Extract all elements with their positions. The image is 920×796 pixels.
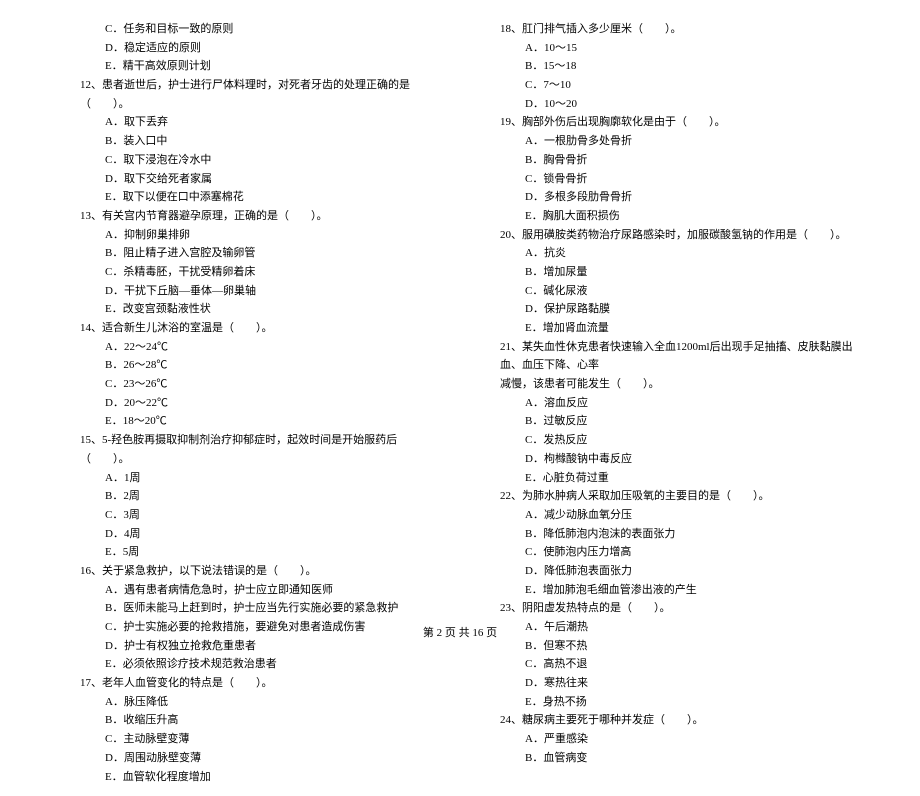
exam-page: C．任务和目标一致的原则 D．稳定适应的原则 E．精干高效原则计划 12、患者逝… — [0, 0, 920, 796]
q20-option-a: A．抗炎 — [480, 244, 860, 263]
q12-option-a: A．取下丢弃 — [60, 113, 440, 132]
q20-option-c: C．碱化尿液 — [480, 282, 860, 301]
q24-option-b: B．血管病变 — [480, 749, 860, 768]
q21-stem-cont: 减慢，该患者可能发生（ ）。 — [480, 375, 860, 394]
q20-option-e: E．增加肾血流量 — [480, 319, 860, 338]
q11-option-c: C．任务和目标一致的原则 — [60, 20, 440, 39]
q17-option-d: D．周围动脉壁变薄 — [60, 749, 440, 768]
q13-option-c: C．杀精毒胚，干扰受精卵着床 — [60, 263, 440, 282]
q12-option-b: B．装入口中 — [60, 132, 440, 151]
q24-option-a: A．严重感染 — [480, 730, 860, 749]
q14-stem: 14、适合新生儿沐浴的室温是（ ）。 — [60, 319, 440, 338]
q19-option-c: C．锁骨骨折 — [480, 170, 860, 189]
q18-option-a: A．10～15 — [480, 39, 860, 58]
q15-option-b: B．2周 — [60, 487, 440, 506]
q17-option-a: A．脉压降低 — [60, 693, 440, 712]
q14-option-c: C．23～26℃ — [60, 375, 440, 394]
q15-option-c: C．3周 — [60, 506, 440, 525]
q20-option-b: B．增加尿量 — [480, 263, 860, 282]
q16-option-b: B．医师未能马上赶到时，护士应当先行实施必要的紧急救护 — [60, 599, 440, 618]
q22-option-e: E．增加肺泡毛细血管渗出液的产生 — [480, 581, 860, 600]
q22-option-b: B．降低肺泡内泡沫的表面张力 — [480, 525, 860, 544]
q17-option-b: B．收缩压升高 — [60, 711, 440, 730]
q23-option-d: D．寒热往来 — [480, 674, 860, 693]
q14-option-b: B．26～28℃ — [60, 356, 440, 375]
q21-option-e: E．心脏负荷过重 — [480, 469, 860, 488]
q13-option-d: D．干扰下丘脑—垂体—卵巢轴 — [60, 282, 440, 301]
q16-option-e: E．必须依照诊疗技术规范救治患者 — [60, 655, 440, 674]
q19-option-b: B．胸骨骨折 — [480, 151, 860, 170]
q21-option-c: C．发热反应 — [480, 431, 860, 450]
q11-option-e: E．精干高效原则计划 — [60, 57, 440, 76]
q22-option-d: D．降低肺泡表面张力 — [480, 562, 860, 581]
page-footer: 第 2 页 共 16 页 — [0, 624, 920, 640]
q21-option-d: D．枸橼酸钠中毒反应 — [480, 450, 860, 469]
q12-option-e: E．取下以便在口中添塞棉花 — [60, 188, 440, 207]
q12-option-d: D．取下交给死者家属 — [60, 170, 440, 189]
q15-stem: 15、5-羟色胺再摄取抑制剂治疗抑郁症时，起效时间是开始服药后（ ）。 — [60, 431, 440, 468]
q14-option-a: A．22～24℃ — [60, 338, 440, 357]
left-column: C．任务和目标一致的原则 D．稳定适应的原则 E．精干高效原则计划 12、患者逝… — [60, 20, 440, 786]
q17-option-e: E．血管软化程度增加 — [60, 768, 440, 787]
q23-option-c: C．高热不退 — [480, 655, 860, 674]
q16-option-a: A．遇有患者病情危急时，护士应立即通知医师 — [60, 581, 440, 600]
q13-option-a: A．抑制卵巢排卵 — [60, 226, 440, 245]
q22-option-c: C．使肺泡内压力增高 — [480, 543, 860, 562]
q18-option-c: C．7～10 — [480, 76, 860, 95]
q19-stem: 19、胸部外伤后出现胸廓软化是由于（ ）。 — [480, 113, 860, 132]
q14-option-e: E．18～20℃ — [60, 412, 440, 431]
q17-option-c: C．主动脉壁变薄 — [60, 730, 440, 749]
q12-option-c: C．取下浸泡在冷水中 — [60, 151, 440, 170]
q20-option-d: D．保护尿路黏膜 — [480, 300, 860, 319]
q23-stem: 23、阴阳虚发热特点的是（ ）。 — [480, 599, 860, 618]
q15-option-a: A．1周 — [60, 469, 440, 488]
q17-stem: 17、老年人血管变化的特点是（ ）。 — [60, 674, 440, 693]
right-column: 18、肛门排气插入多少厘米（ ）。 A．10～15 B．15～18 C．7～10… — [480, 20, 860, 786]
q21-option-a: A．溶血反应 — [480, 394, 860, 413]
q24-stem: 24、糖尿病主要死于哪种并发症（ ）。 — [480, 711, 860, 730]
q21-stem: 21、某失血性休克患者快速输入全血1200ml后出现手足抽搐、皮肤黏膜出血、血压… — [480, 338, 860, 375]
q15-option-e: E．5周 — [60, 543, 440, 562]
q19-option-a: A．一根肋骨多处骨折 — [480, 132, 860, 151]
q18-option-b: B．15～18 — [480, 57, 860, 76]
q20-stem: 20、服用磺胺类药物治疗尿路感染时，加服碳酸氢钠的作用是（ ）。 — [480, 226, 860, 245]
q13-option-b: B．阻止精子进入宫腔及输卵管 — [60, 244, 440, 263]
q19-option-e: E．胸肌大面积损伤 — [480, 207, 860, 226]
q14-option-d: D．20～22℃ — [60, 394, 440, 413]
q16-stem: 16、关于紧急救护，以下说法错误的是（ ）。 — [60, 562, 440, 581]
q15-option-d: D．4周 — [60, 525, 440, 544]
q12-stem: 12、患者逝世后，护士进行尸体料理时，对死者牙齿的处理正确的是（ ）。 — [60, 76, 440, 113]
q13-option-e: E．改变宫颈黏液性状 — [60, 300, 440, 319]
q18-stem: 18、肛门排气插入多少厘米（ ）。 — [480, 20, 860, 39]
q23-option-e: E．身热不扬 — [480, 693, 860, 712]
q11-option-d: D．稳定适应的原则 — [60, 39, 440, 58]
q13-stem: 13、有关宫内节育器避孕原理，正确的是（ ）。 — [60, 207, 440, 226]
q19-option-d: D．多根多段肋骨骨折 — [480, 188, 860, 207]
q22-option-a: A．减少动脉血氧分压 — [480, 506, 860, 525]
q21-option-b: B．过敏反应 — [480, 412, 860, 431]
q18-option-d: D．10～20 — [480, 95, 860, 114]
q22-stem: 22、为肺水肿病人采取加压吸氧的主要目的是（ ）。 — [480, 487, 860, 506]
